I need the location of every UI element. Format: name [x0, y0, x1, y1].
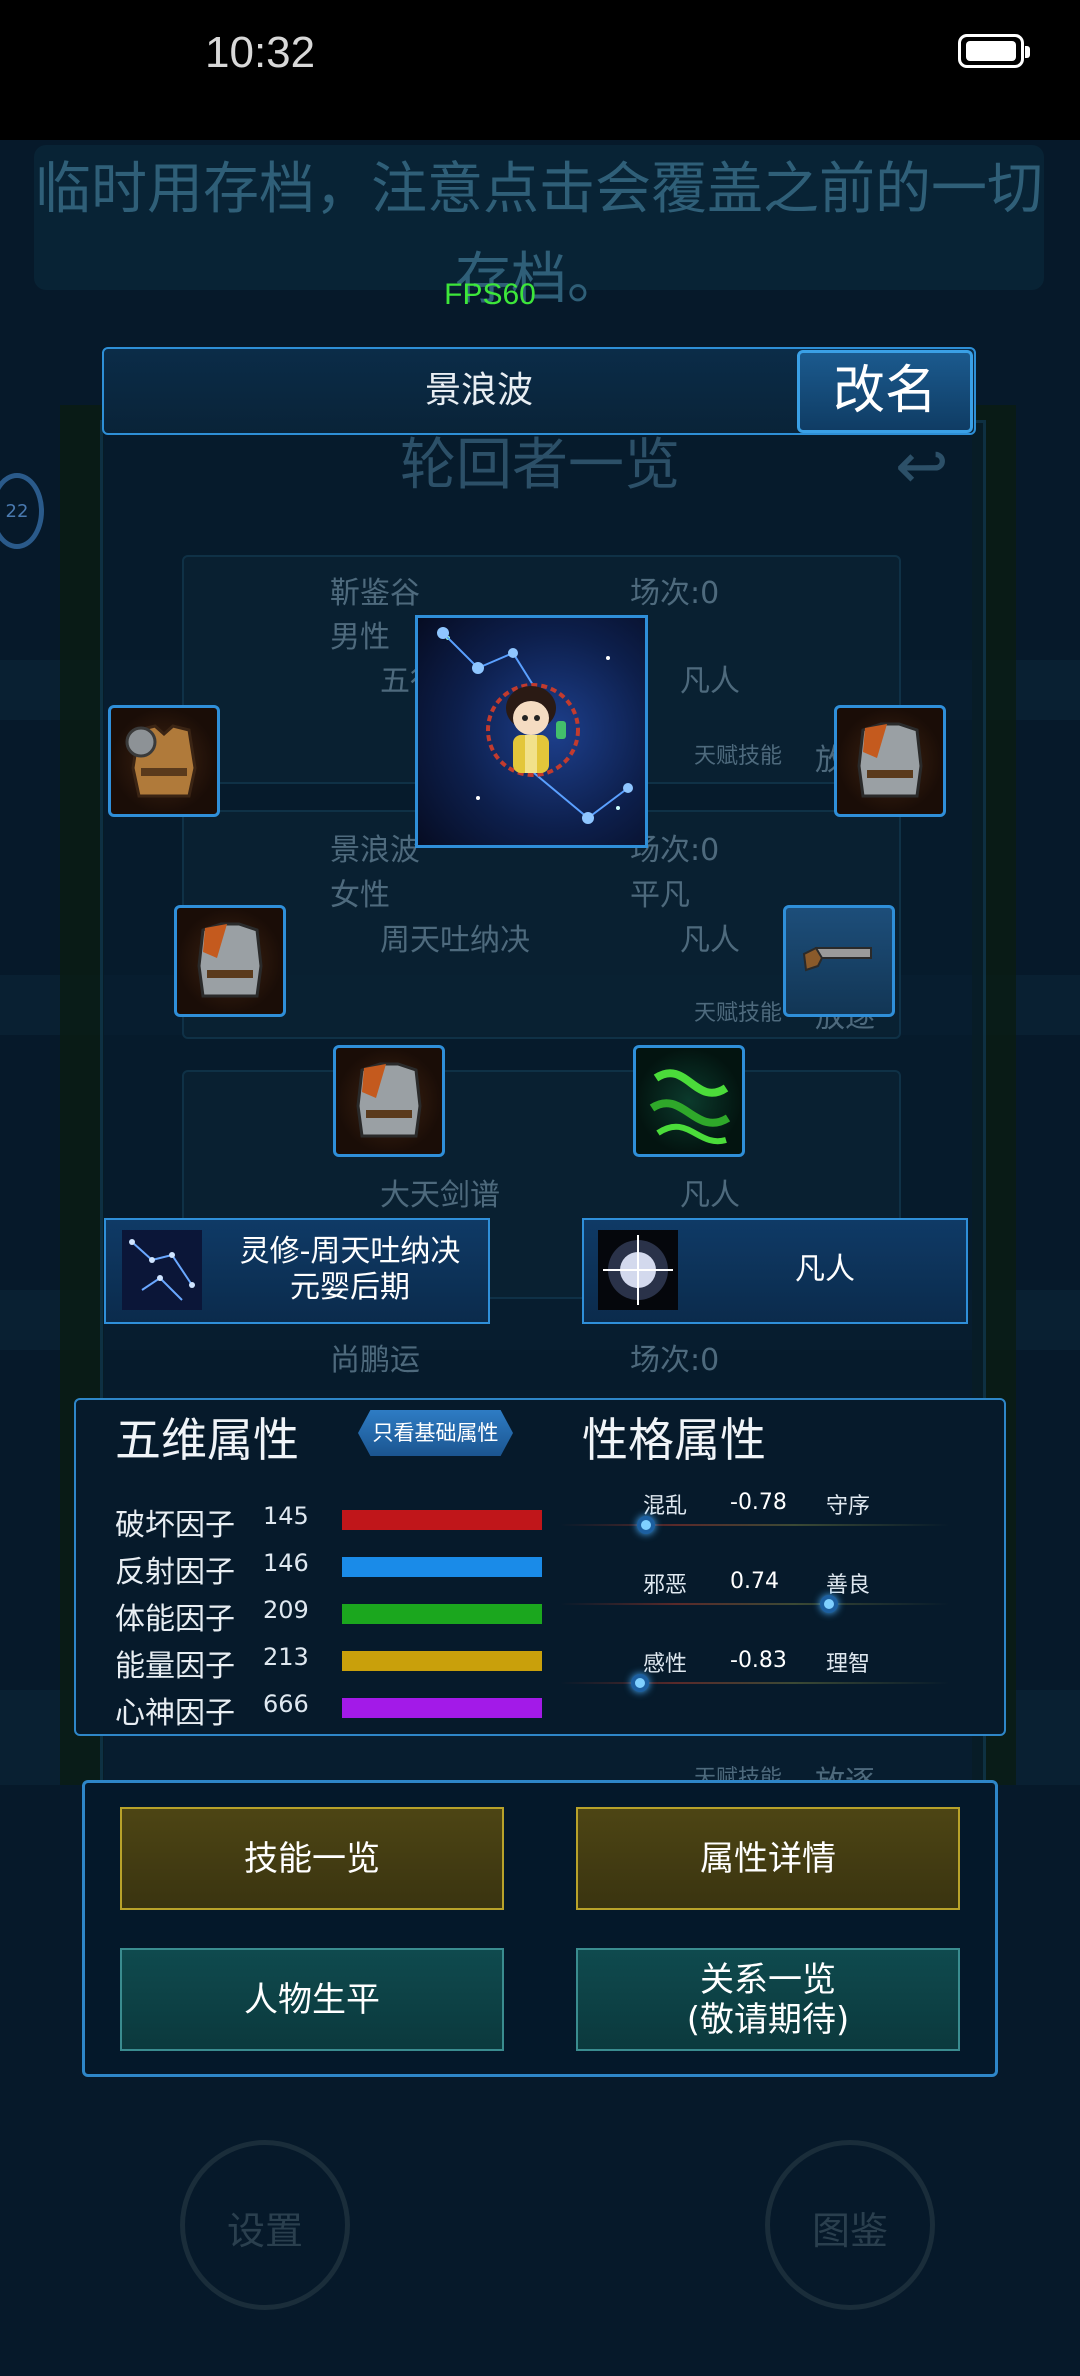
relations-status: (敬请期待): [686, 1999, 850, 2040]
skills-overview-button[interactable]: 技能一览: [120, 1807, 504, 1910]
five-dim-title: 五维属性: [115, 1413, 299, 1467]
rename-button[interactable]: 改名: [797, 350, 973, 433]
factor-label: 心神因子: [115, 1696, 235, 1731]
trait-slider-track: [560, 1603, 950, 1605]
card-rank: 凡人: [680, 664, 740, 699]
constellation-icon: [437, 627, 633, 824]
card-name: 尚鹏运: [330, 1343, 420, 1378]
factor-value: 146: [263, 1549, 309, 1577]
trait-right-label: 理智: [826, 1652, 871, 1677]
trait-right-label: 善良: [826, 1573, 871, 1598]
battery-icon: [958, 34, 1030, 68]
factor-bar: [342, 1510, 542, 1530]
card-scene: 场次:0: [630, 576, 720, 611]
back-arrow-icon[interactable]: ↩: [895, 430, 949, 504]
factor-bar: [342, 1651, 542, 1671]
relations-button[interactable]: 关系一览 (敬请期待): [576, 1948, 960, 2051]
attribute-details-button[interactable]: 属性详情: [576, 1807, 960, 1910]
equip-slot[interactable]: [174, 905, 286, 1017]
card-scene: 场次:0: [630, 1343, 720, 1378]
relations-label: 关系一览: [700, 1959, 836, 2000]
trait-value: -0.78: [730, 1490, 787, 1515]
constellation-icon: [122, 1230, 202, 1310]
gun-icon: [802, 946, 872, 972]
factor-label: 破坏因子: [115, 1508, 235, 1543]
trait-value: 0.74: [730, 1569, 779, 1594]
codex-label: 图鉴: [811, 2209, 888, 2253]
armor-icon: [857, 722, 923, 798]
dna-icon: [649, 1069, 731, 1145]
card-name: 景浪波: [330, 833, 420, 868]
trait-slider-knob[interactable]: [637, 1516, 655, 1534]
clock: 10:32: [205, 28, 316, 77]
card-talent: 天赋技能: [694, 1001, 783, 1026]
armor-icon: [125, 724, 197, 798]
card-technique: 大天剑谱: [380, 1178, 500, 1213]
settings-label: 设置: [226, 2209, 303, 2253]
factor-label: 反射因子: [115, 1555, 235, 1590]
factor-value: 666: [263, 1690, 309, 1718]
trait-slider-knob[interactable]: [631, 1674, 649, 1692]
factor-label: 能量因子: [115, 1649, 235, 1684]
trait-left-label: 感性: [643, 1652, 688, 1677]
base-attributes-toggle[interactable]: 只看基础属性: [358, 1410, 513, 1456]
life-story-button[interactable]: 人物生平: [120, 1948, 504, 2051]
card-rank: 凡人: [680, 1178, 740, 1213]
trait-left-label: 混乱: [643, 1494, 688, 1519]
trait-left-label: 邪恶: [643, 1573, 688, 1598]
equip-slot[interactable]: [783, 905, 895, 1017]
trait-right-label: 守序: [826, 1494, 871, 1519]
fps-counter: FPS60: [444, 278, 536, 311]
trait-value: -0.83: [730, 1648, 787, 1673]
cultivation-skill-stage: 元婴后期: [290, 1270, 410, 1305]
equip-slot[interactable]: [633, 1045, 745, 1157]
factor-bar: [342, 1604, 542, 1624]
factor-bar: [342, 1557, 542, 1577]
card-rank: 凡人: [680, 923, 740, 958]
starburst-icon: [598, 1230, 678, 1310]
trait-slider-track: [560, 1524, 950, 1526]
equip-slot[interactable]: [333, 1045, 445, 1157]
personality-title: 性格属性: [582, 1413, 766, 1467]
rank-skill-name: 凡人: [795, 1252, 855, 1287]
status-bar: [0, 0, 1080, 140]
factor-value: 209: [263, 1596, 309, 1624]
card-technique: 周天吐纳决: [380, 923, 530, 958]
factor-value: 145: [263, 1502, 309, 1530]
card-name: 靳鉴谷: [330, 576, 420, 611]
card-grade: 平凡: [630, 878, 690, 913]
trait-slider-track: [560, 1682, 950, 1684]
character-portrait[interactable]: [415, 615, 648, 848]
factor-bar: [342, 1698, 542, 1718]
factor-label: 体能因子: [115, 1602, 235, 1637]
trait-slider-knob[interactable]: [820, 1595, 838, 1613]
cultivation-skill-name: 灵修-周天吐纳决: [239, 1234, 461, 1269]
factor-value: 213: [263, 1643, 309, 1671]
armor-icon: [197, 922, 263, 998]
card-gender: 女性: [330, 878, 390, 913]
armor-icon: [356, 1062, 422, 1138]
card-gender: 男性: [330, 620, 390, 655]
equip-slot[interactable]: [108, 705, 220, 817]
card-talent: 天赋技能: [694, 744, 783, 769]
equip-slot[interactable]: [834, 705, 946, 817]
